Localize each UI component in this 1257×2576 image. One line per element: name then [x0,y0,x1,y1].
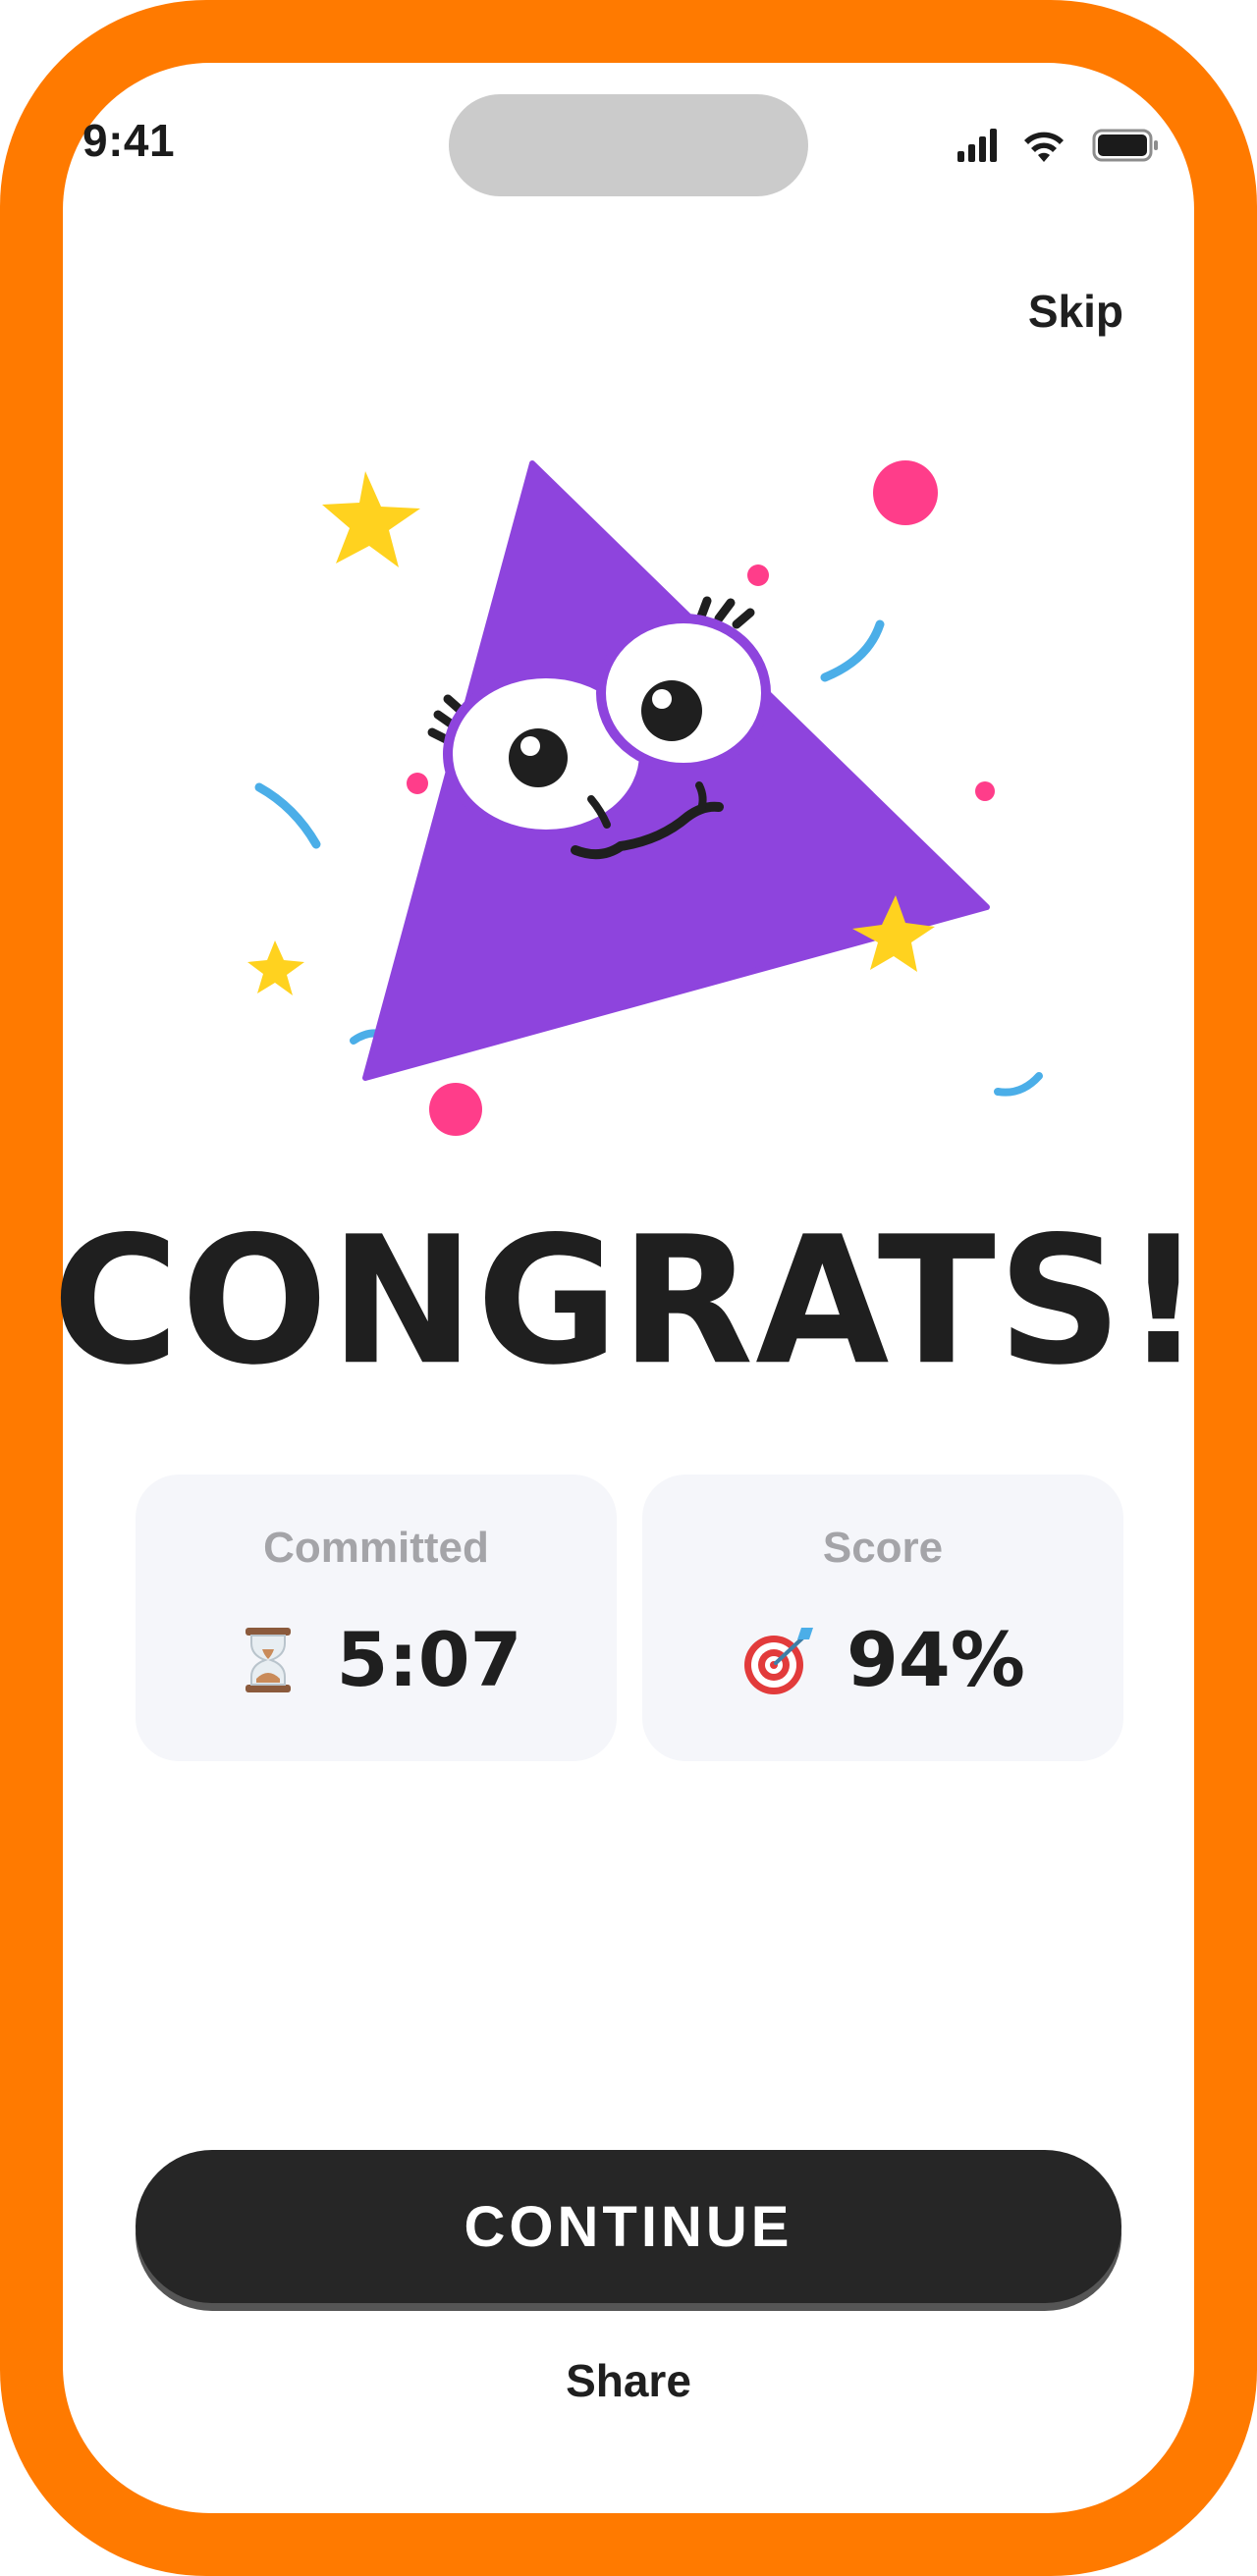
continue-button[interactable]: CONTINUE [136,2150,1121,2303]
hourglass-icon [246,1628,292,1692]
cellular-signal-icon [957,129,997,162]
stat-label: Score [822,1524,944,1572]
wifi-icon [1024,132,1064,162]
stat-value: 94% [847,1616,1025,1703]
stat-label: Committed [263,1524,489,1572]
page-title: CONGRATS! [52,1198,1205,1405]
dynamic-island [449,94,808,196]
target-icon [744,1628,814,1694]
battery-icon [1092,129,1158,162]
stat-card-score: Score 94% [642,1475,1123,1761]
stat-value: 5:07 [336,1616,522,1703]
skip-button[interactable]: Skip [1028,285,1123,338]
stat-card-committed: Committed 5:07 [136,1475,617,1761]
status-icons [957,129,1158,162]
share-button[interactable]: Share [0,2354,1257,2407]
status-time: 9:41 [82,115,176,166]
mascot-illustration [247,460,1043,1136]
